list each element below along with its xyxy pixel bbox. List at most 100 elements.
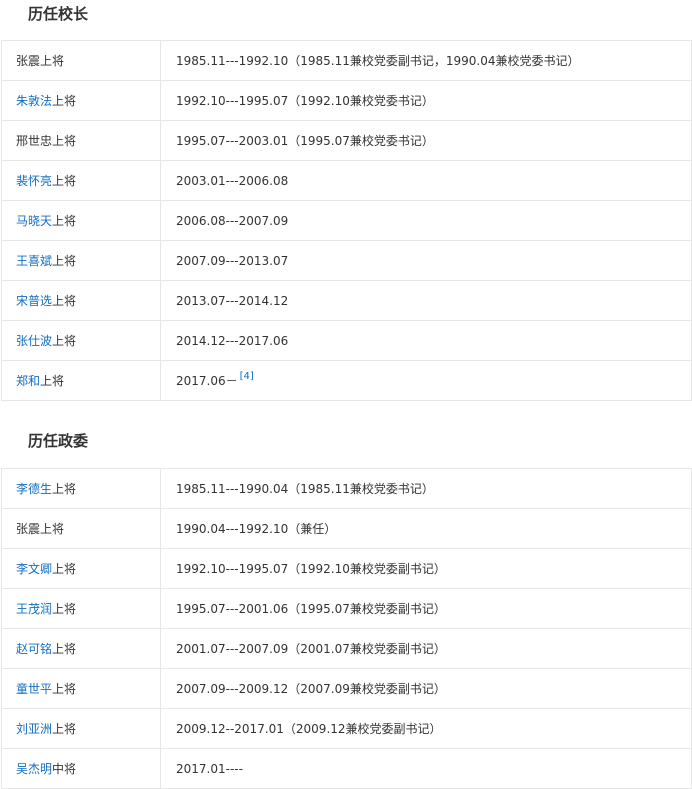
name-cell: 李德生上将 — [1, 468, 161, 509]
table-row: 邢世忠上将 1995.07---2003.01（1995.07兼校党委书记） — [1, 120, 692, 161]
person-name-link[interactable]: 刘亚洲 — [16, 722, 52, 736]
term-cell: 2009.12--2017.01（2009.12兼校党委副书记） — [160, 708, 692, 749]
table-row: 李文卿上将 1992.10---1995.07（1992.10兼校党委副书记） — [1, 548, 692, 589]
rank-label: 上将 — [40, 53, 65, 68]
rank-label: 上将 — [52, 293, 77, 308]
name-cell: 马晓天上将 — [1, 200, 161, 241]
table-row: 赵可铭上将 2001.07---2007.09（2001.07兼校党委副书记） — [1, 628, 692, 669]
term-cell: 2017.01---- — [160, 748, 692, 789]
term-text: 2014.12---2017.06 — [176, 333, 289, 348]
person-name: 张震 — [16, 521, 41, 536]
rank-label: 上将 — [52, 333, 77, 348]
rank-label: 上将 — [52, 213, 77, 228]
term-text: 2003.01---2006.08 — [176, 173, 289, 188]
rank-label: 上将 — [40, 521, 65, 536]
term-cell: 2017.06－ [4] — [160, 360, 692, 401]
term-cell: 1995.07---2003.01（1995.07兼校党委书记） — [160, 120, 692, 161]
term-cell: 1992.10---1995.07（1992.10兼校党委书记） — [160, 80, 692, 121]
name-cell: 童世平上将 — [1, 668, 161, 709]
person-name-link[interactable]: 吴杰明 — [16, 762, 52, 776]
term-cell: 2003.01---2006.08 — [160, 160, 692, 201]
rank-label: 上将 — [52, 641, 77, 656]
person-name-link[interactable]: 马晓天 — [16, 214, 52, 228]
term-cell: 2001.07---2007.09（2001.07兼校党委副书记） — [160, 628, 692, 669]
table-row: 刘亚洲上将 2009.12--2017.01（2009.12兼校党委副书记） — [1, 708, 692, 749]
table-row: 张震上将 1990.04---1992.10（兼任） — [1, 508, 692, 549]
table-row: 张震上将 1985.11---1992.10（1985.11兼校党委副书记，199… — [1, 40, 692, 81]
person-name-link[interactable]: 朱敦法 — [16, 94, 52, 108]
commissars-table: 李德生上将 1985.11---1990.04（1985.11兼校党委书记） 张震上… — [1, 468, 692, 789]
term-text: 2013.07---2014.12 — [176, 293, 289, 308]
term-text: 1992.10---1995.07（1992.10兼校党委副书记） — [176, 561, 446, 576]
table-row: 宋普选上将 2013.07---2014.12 — [1, 280, 692, 321]
term-text: 1990.04---1992.10（兼任） — [176, 521, 337, 536]
rank-label: 中将 — [52, 761, 77, 776]
name-cell: 郑和上将 — [1, 360, 161, 401]
table-row: 王喜斌上将 2007.09---2013.07 — [1, 240, 692, 281]
commissars-title: 历任政委 — [28, 432, 89, 450]
term-cell: 1992.10---1995.07（1992.10兼校党委副书记） — [160, 548, 692, 589]
term-text: 2007.09---2013.07 — [176, 253, 289, 268]
rank-label: 上将 — [52, 173, 77, 188]
term-cell: 1985.11---1992.10（1985.11兼校党委副书记，1990.04… — [160, 40, 692, 81]
table-row: 吴杰明中将 2017.01---- — [1, 748, 692, 789]
table-row: 童世平上将 2007.09---2009.12（2007.09兼校党委副书记） — [1, 668, 692, 709]
name-cell: 宋普选上将 — [1, 280, 161, 321]
person-name-link[interactable]: 童世平 — [16, 682, 52, 696]
name-cell: 张震上将 — [1, 40, 161, 81]
person-name-link[interactable]: 王茂润 — [16, 602, 52, 616]
term-text: 1985.11---1992.10（1985.11兼校党委副书记，1990.04… — [176, 53, 580, 68]
rank-label: 上将 — [52, 93, 77, 108]
table-row: 张仕波上将 2014.12---2017.06 — [1, 320, 692, 361]
term-text: 1995.07---2003.01（1995.07兼校党委书记） — [176, 133, 434, 148]
name-cell: 张震上将 — [1, 508, 161, 549]
term-cell: 2013.07---2014.12 — [160, 280, 692, 321]
person-name-link[interactable]: 郑和 — [16, 374, 40, 388]
name-cell: 朱敦法上将 — [1, 80, 161, 121]
rank-label: 上将 — [52, 681, 77, 696]
rank-label: 上将 — [52, 133, 77, 148]
term-cell: 1990.04---1992.10（兼任） — [160, 508, 692, 549]
term-text: 2007.09---2009.12（2007.09兼校党委副书记） — [176, 681, 446, 696]
rank-label: 上将 — [52, 561, 77, 576]
name-cell: 王喜斌上将 — [1, 240, 161, 281]
presidents-title: 历任校长 — [28, 5, 89, 23]
term-cell: 1995.07---2001.06（1995.07兼校党委副书记） — [160, 588, 692, 629]
term-text: 1985.11---1990.04（1985.11兼校党委书记） — [176, 481, 434, 496]
person-name-link[interactable]: 张仕波 — [16, 334, 52, 348]
term-cell: 2007.09---2013.07 — [160, 240, 692, 281]
name-cell: 邢世忠上将 — [1, 120, 161, 161]
table-row: 裴怀亮上将 2003.01---2006.08 — [1, 160, 692, 201]
commissars-table-body: 李德生上将 1985.11---1990.04（1985.11兼校党委书记） 张震上… — [1, 468, 692, 789]
person-name-link[interactable]: 宋普选 — [16, 294, 52, 308]
person-name-link[interactable]: 李文卿 — [16, 562, 52, 576]
person-name-link[interactable]: 李德生 — [16, 482, 52, 496]
table-row: 王茂润上将 1995.07---2001.06（1995.07兼校党委副书记） — [1, 588, 692, 629]
presidents-table: 张震上将 1985.11---1992.10（1985.11兼校党委副书记，199… — [1, 40, 692, 401]
person-name-link[interactable]: 裴怀亮 — [16, 174, 52, 188]
name-cell: 张仕波上将 — [1, 320, 161, 361]
name-cell: 李文卿上将 — [1, 548, 161, 589]
person-name-link[interactable]: 王喜斌 — [16, 254, 52, 268]
name-cell: 赵可铭上将 — [1, 628, 161, 669]
person-name-link[interactable]: 赵可铭 — [16, 642, 52, 656]
person-name: 邢世忠 — [16, 133, 53, 148]
term-text: 2006.08---2007.09 — [176, 213, 289, 228]
rank-label: 上将 — [52, 481, 77, 496]
table-row: 朱敦法上将 1992.10---1995.07（1992.10兼校党委书记） — [1, 80, 692, 121]
rank-label: 上将 — [52, 721, 77, 736]
table-row: 李德生上将 1985.11---1990.04（1985.11兼校党委书记） — [1, 468, 692, 509]
term-text: 2017.01---- — [176, 761, 243, 776]
reference-link[interactable]: [4] — [240, 371, 254, 382]
name-cell: 裴怀亮上将 — [1, 160, 161, 201]
term-text: 2001.07---2007.09（2001.07兼校党委副书记） — [176, 641, 446, 656]
term-text: 1992.10---1995.07（1992.10兼校党委书记） — [176, 93, 434, 108]
term-text: 1995.07---2001.06（1995.07兼校党委副书记） — [176, 601, 446, 616]
term-cell: 1985.11---1990.04（1985.11兼校党委书记） — [160, 468, 692, 509]
name-cell: 王茂润上将 — [1, 588, 161, 629]
presidents-table-body: 张震上将 1985.11---1992.10（1985.11兼校党委副书记，199… — [1, 40, 692, 401]
term-cell: 2014.12---2017.06 — [160, 320, 692, 361]
rank-label: 上将 — [52, 253, 77, 268]
name-cell: 吴杰明中将 — [1, 748, 161, 789]
name-cell: 刘亚洲上将 — [1, 708, 161, 749]
